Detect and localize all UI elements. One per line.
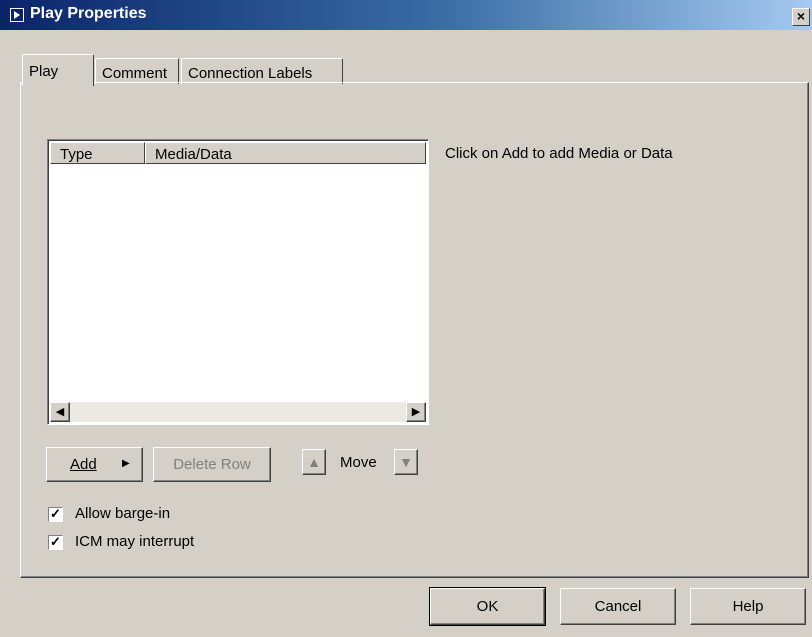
column-header-media-data[interactable]: Media/Data — [145, 142, 426, 164]
tab-comment[interactable]: Comment — [95, 58, 179, 84]
help-button[interactable]: Help — [690, 588, 806, 625]
scroll-right-icon[interactable]: ▶ — [406, 402, 426, 422]
close-button[interactable]: × — [792, 8, 810, 26]
title-bar: Play Properties × — [0, 0, 812, 30]
delete-row-button[interactable]: Delete Row — [153, 447, 271, 482]
allow-barge-in-option[interactable]: ✓ Allow barge-in — [48, 505, 228, 525]
move-down-icon[interactable]: ▼ — [394, 449, 418, 475]
ok-button[interactable]: OK — [429, 587, 546, 626]
column-header-type[interactable]: Type — [50, 142, 145, 164]
tab-label: Play — [29, 63, 59, 80]
tab-label: Comment — [102, 65, 168, 82]
window-title: Play Properties — [30, 5, 147, 22]
scroll-left-icon[interactable]: ◀ — [50, 402, 70, 422]
move-up-icon[interactable]: ▲ — [302, 449, 326, 475]
horizontal-scrollbar[interactable]: ◀ ▶ — [50, 402, 426, 422]
allow-barge-in-label: Allow barge-in — [75, 505, 171, 522]
add-button-label: Add — [70, 456, 97, 473]
media-data-table[interactable]: Type Media/Data ◀ ▶ — [47, 139, 429, 425]
icm-may-interrupt-label: ICM may interrupt — [75, 533, 195, 550]
tab-connection-labels[interactable]: Connection Labels — [181, 58, 343, 84]
tab-play[interactable]: Play — [22, 54, 94, 86]
move-label: Move — [340, 454, 377, 471]
menu-arrow-icon: ▶ — [122, 458, 130, 469]
icm-may-interrupt-option[interactable]: ✓ ICM may interrupt — [48, 533, 248, 553]
allow-barge-in-checkbox[interactable]: ✓ — [48, 507, 63, 522]
icm-may-interrupt-checkbox[interactable]: ✓ — [48, 535, 63, 550]
tab-label: Connection Labels — [188, 65, 313, 82]
table-header: Type Media/Data — [50, 142, 426, 164]
app-icon — [10, 8, 24, 22]
add-button[interactable]: Add ▶ — [46, 447, 143, 482]
cancel-button[interactable]: Cancel — [560, 588, 676, 625]
hint-text: Click on Add to add Media or Data — [445, 145, 673, 162]
